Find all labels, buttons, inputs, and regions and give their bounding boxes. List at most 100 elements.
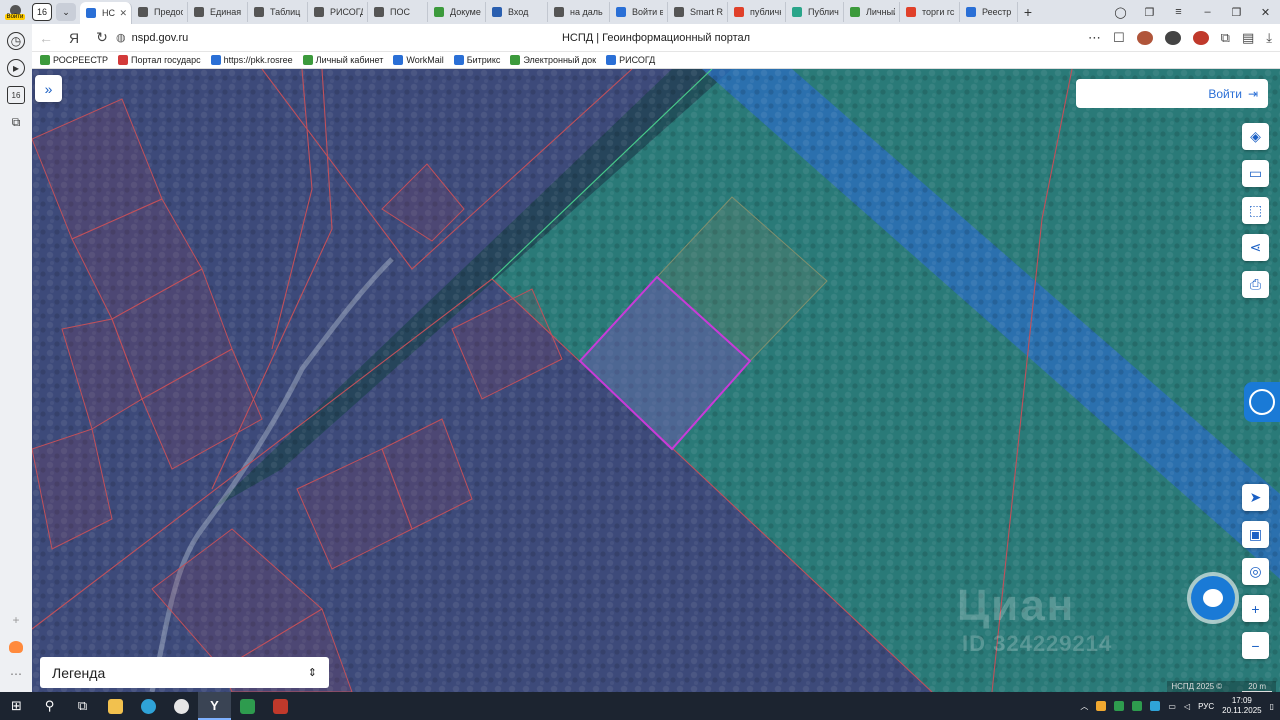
tray-overflow-icon[interactable]: ︿ <box>1080 701 1088 712</box>
new-tab-button[interactable]: + <box>1018 4 1038 20</box>
tab-favicon-icon <box>314 7 324 17</box>
security-app-button[interactable] <box>231 692 264 720</box>
tab-10[interactable]: Войти в <box>610 2 668 22</box>
downloads-icon[interactable]: ⤓ <box>1266 30 1272 46</box>
tab-8[interactable]: Вход <box>486 2 548 22</box>
close-window-button[interactable]: ✕ <box>1251 6 1280 19</box>
map-view[interactable]: » Войти ⇥ ◈ ▭ ⬚ ⋖ ⎙ ➤ ▣ ◎ + − Циан ID 32… <box>32 69 1280 692</box>
reader-icon[interactable]: ▤ <box>1242 30 1254 46</box>
scale-bar: 20 m <box>1242 682 1272 692</box>
select-area-button[interactable]: ⬚ <box>1242 197 1269 224</box>
share-button[interactable]: ⋖ <box>1242 234 1269 261</box>
yandex-browser-button[interactable]: Y <box>198 692 231 720</box>
more-actions-icon[interactable]: ⋯ <box>1088 30 1101 46</box>
volume-icon[interactable]: ◁ <box>1184 702 1190 711</box>
windows-logo-icon: ⊞ <box>11 698 22 713</box>
tab-9[interactable]: на даль <box>548 2 610 22</box>
file-explorer-button[interactable] <box>99 692 132 720</box>
extension-icon[interactable] <box>1136 30 1153 45</box>
windows-taskbar: ⊞ ⚲ ⧉ Y ︿ ▭ ◁ РУС 17:09 20.11.2025 ▯ <box>0 692 1280 720</box>
site-security-icon[interactable]: ◍ <box>116 31 126 44</box>
tab-7[interactable]: Докуме <box>428 2 486 22</box>
geolocation-button[interactable]: ➤ <box>1242 484 1269 511</box>
tab-count-button[interactable]: 16 <box>32 3 52 21</box>
tab-13[interactable]: Публич <box>786 2 844 22</box>
network-icon[interactable]: ▭ <box>1168 702 1176 711</box>
watermark: Циан <box>957 581 1076 630</box>
tab-6[interactable]: ПОС <box>368 2 428 22</box>
menu-icon[interactable]: ≡ <box>1164 6 1193 18</box>
start-button[interactable]: ⊞ <box>0 692 33 720</box>
ruler-icon: ▭ <box>1248 165 1263 181</box>
tabs-dropdown-button[interactable]: ⌄ <box>56 3 76 21</box>
share-icon: ⋖ <box>1249 239 1262 255</box>
chat-button[interactable] <box>1191 576 1235 620</box>
legend-dropdown[interactable]: Легенда ⇕ <box>40 657 329 688</box>
minimap-button[interactable]: ▣ <box>1242 521 1269 548</box>
url-field[interactable]: nspd.gov.ru <box>132 32 472 44</box>
tab-14[interactable]: Личный <box>844 2 900 22</box>
bookmark-item[interactable]: Личный кабинет <box>302 55 383 65</box>
bookmark-item[interactable]: РОСРЕЕСТР <box>40 55 108 65</box>
tab-close-icon[interactable]: ✕ <box>119 8 127 19</box>
tray-app-icon[interactable] <box>1132 701 1143 711</box>
bookmark-item[interactable]: Электронный док <box>510 55 596 65</box>
collections-icon[interactable]: ❐ <box>1135 6 1164 19</box>
history-icon[interactable]: ◷ <box>7 32 25 50</box>
play-icon[interactable]: ▸ <box>7 59 25 77</box>
screenshot-icon[interactable]: ⧉ <box>7 113 25 131</box>
pdf-app-button[interactable] <box>264 692 297 720</box>
tray-app-icon[interactable] <box>1096 701 1107 711</box>
language-indicator[interactable]: РУС <box>1198 702 1214 711</box>
clock[interactable]: 17:09 20.11.2025 <box>1222 696 1261 716</box>
yandex-icon[interactable]: Я <box>60 30 88 46</box>
more-icon[interactable]: ⋯ <box>7 665 25 683</box>
extensions-icon[interactable]: ⧉ <box>1221 30 1230 46</box>
locate-point-button[interactable]: ◎ <box>1242 558 1269 585</box>
calendar-icon[interactable]: 16 <box>7 86 25 104</box>
minus-icon: − <box>1251 637 1260 654</box>
minimize-button[interactable]: – <box>1193 6 1222 18</box>
tab-2[interactable]: Предос <box>132 2 188 22</box>
tray-app-icon[interactable] <box>1150 701 1161 711</box>
bookmark-icon[interactable]: ☐ <box>1113 30 1125 46</box>
layers-button[interactable]: ◈ <box>1242 123 1269 150</box>
reload-button[interactable]: ↻ <box>88 29 116 46</box>
zoom-in-button[interactable]: + <box>1242 595 1269 622</box>
bookmark-item[interactable]: https://pkk.rosree <box>210 55 293 65</box>
back-button[interactable]: ← <box>32 30 60 46</box>
tab-3[interactable]: Единая <box>188 2 248 22</box>
chat-icon <box>1249 389 1275 415</box>
search-button[interactable]: ⚲ <box>33 692 66 720</box>
tray-app-icon[interactable] <box>1114 701 1125 711</box>
tab-12[interactable]: публичн <box>728 2 786 22</box>
tab-favicon-icon <box>434 7 444 17</box>
expand-panel-button[interactable]: » <box>35 75 62 102</box>
support-chat-tab[interactable] <box>1244 382 1280 422</box>
tab-1[interactable]: НСПД ✕ <box>80 2 132 24</box>
tab-11[interactable]: Smart R <box>668 2 728 22</box>
print-button[interactable]: ⎙ <box>1242 271 1269 298</box>
extension-icon[interactable] <box>1192 30 1209 45</box>
extension-icon[interactable] <box>1164 30 1181 45</box>
bookmark-item[interactable]: Портал государс <box>118 55 201 65</box>
alice-icon[interactable] <box>7 638 25 656</box>
profile-button[interactable]: Войти <box>0 0 30 24</box>
zoom-out-button[interactable]: − <box>1242 632 1269 659</box>
bookmark-item[interactable]: Битрикс <box>453 55 500 65</box>
add-panel-icon[interactable]: + <box>7 611 25 629</box>
login-button[interactable]: Войти ⇥ <box>1076 79 1268 108</box>
app-button[interactable] <box>165 692 198 720</box>
edge-button[interactable] <box>132 692 165 720</box>
tab-15[interactable]: торги гс <box>900 2 960 22</box>
tab-16[interactable]: Реестр <box>960 2 1018 22</box>
restore-button[interactable]: ❐ <box>1222 6 1251 19</box>
account-icon[interactable]: ◯ <box>1106 6 1135 19</box>
bookmark-item[interactable]: РИСОГД <box>606 55 655 65</box>
task-view-button[interactable]: ⧉ <box>66 692 99 720</box>
measure-button[interactable]: ▭ <box>1242 160 1269 187</box>
notifications-icon[interactable]: ▯ <box>1270 702 1274 711</box>
tab-4[interactable]: Таблиц <box>248 2 308 22</box>
bookmark-item[interactable]: WorkMail <box>393 55 444 65</box>
tab-5[interactable]: РИСОГД <box>308 2 368 22</box>
